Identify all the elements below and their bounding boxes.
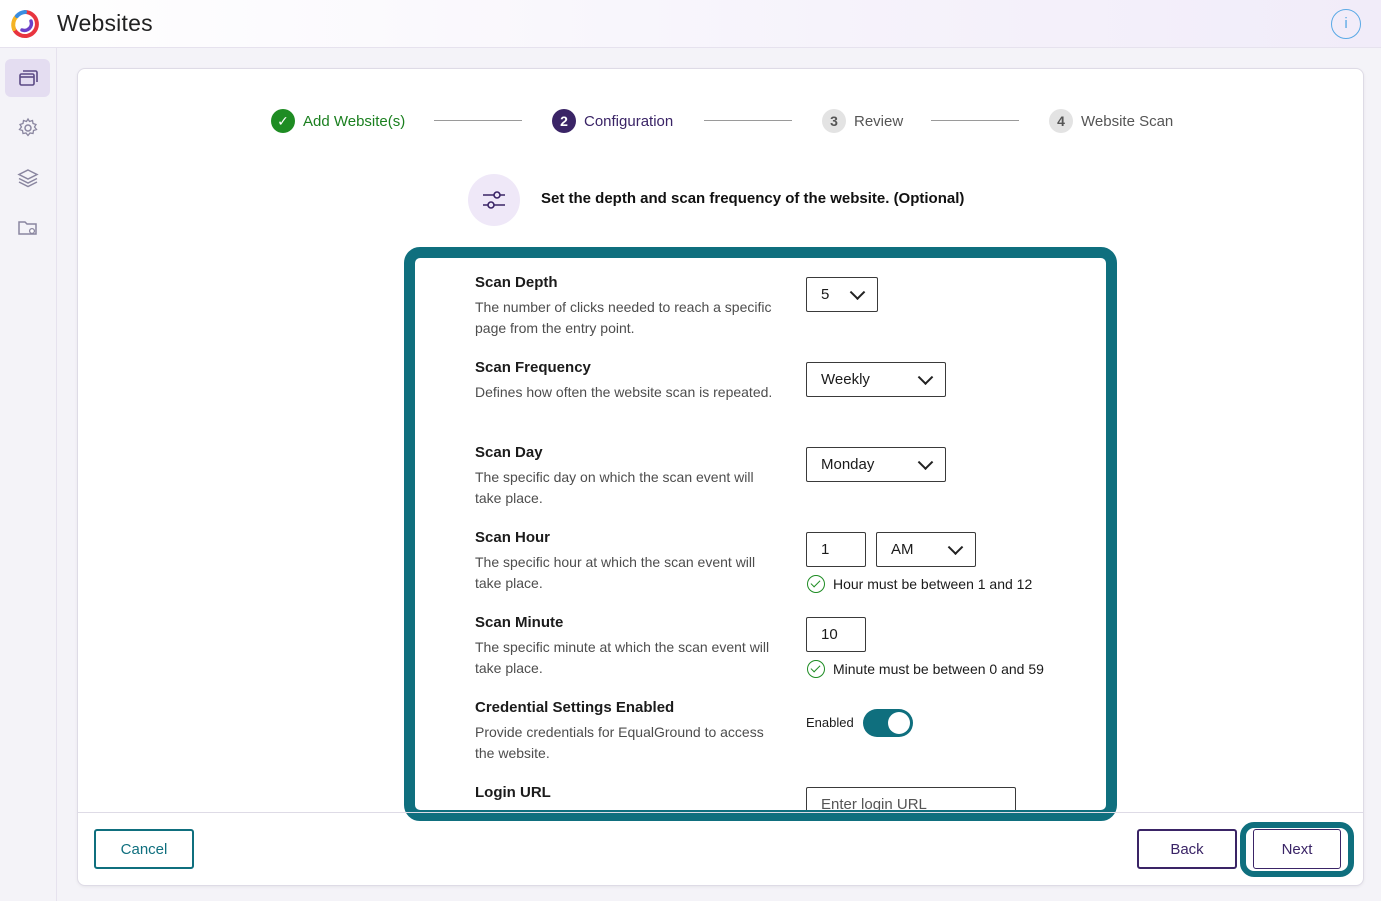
configuration-form: Scan Depth The number of clicks needed t… [404, 247, 1117, 821]
scan-minute-hint: Minute must be between 0 and 59 [807, 660, 1044, 678]
step-number: 4 [1049, 109, 1073, 133]
next-button[interactable]: Next [1253, 829, 1341, 869]
intro-badge [468, 174, 520, 226]
check-circle-icon [807, 575, 825, 593]
cancel-button[interactable]: Cancel [94, 829, 194, 869]
step-review[interactable]: 3 Review [822, 108, 903, 134]
scan-day-title: Scan Day [475, 444, 543, 461]
scan-frequency-title: Scan Frequency [475, 359, 591, 376]
back-button[interactable]: Back [1137, 829, 1237, 869]
scan-frequency-select[interactable]: Weekly [806, 362, 946, 397]
credentials-toggle[interactable] [863, 709, 913, 737]
credentials-title: Credential Settings Enabled [475, 699, 675, 716]
chevron-down-icon [917, 368, 934, 385]
step-website-scan[interactable]: 4 Website Scan [1049, 108, 1173, 134]
step-connector [931, 120, 1019, 121]
step-configuration[interactable]: 2 Configuration [552, 108, 673, 134]
scan-hour-desc: The specific hour at which the scan even… [475, 554, 756, 591]
layers-icon [16, 169, 39, 188]
sidebar-item-websites[interactable] [5, 59, 50, 97]
top-bar: Websites i [0, 0, 1381, 48]
login-url-placeholder: Enter login URL [821, 796, 927, 813]
step-add-websites[interactable]: ✓ Add Website(s) [271, 108, 405, 134]
info-icon[interactable]: i [1331, 9, 1361, 39]
sliders-icon [483, 191, 505, 209]
credentials-row: Credential Settings Enabled Provide cred… [475, 699, 1075, 764]
page-title: Websites [57, 10, 153, 36]
scan-depth-desc: The number of clicks needed to reach a s… [475, 299, 772, 336]
sidebar [0, 48, 57, 901]
chevron-down-icon [917, 453, 934, 470]
scan-depth-row: Scan Depth The number of clicks needed t… [475, 274, 1075, 339]
sidebar-item-folder-settings[interactable] [5, 209, 50, 247]
app-logo [11, 10, 39, 38]
check-circle-icon [807, 660, 825, 678]
scan-day-desc: The specific day on which the scan event… [475, 469, 754, 506]
footer-divider [78, 812, 1363, 813]
windows-icon [18, 70, 38, 86]
step-label: Review [854, 112, 904, 130]
step-label: Add Website(s) [303, 112, 406, 130]
ampm-value: AM [891, 541, 914, 558]
check-icon: ✓ [271, 109, 295, 133]
scan-frequency-row: Scan Frequency Defines how often the web… [475, 359, 1075, 403]
scan-hour-title: Scan Hour [475, 529, 551, 546]
scan-minute-desc: The specific minute at which the scan ev… [475, 639, 770, 676]
scan-day-row: Scan Day The specific day on which the s… [475, 444, 1075, 509]
intro-text: Set the depth and scan frequency of the … [541, 190, 965, 207]
credentials-toggle-label: Enabled [806, 715, 854, 730]
scan-day-select[interactable]: Monday [806, 447, 946, 482]
scan-minute-title: Scan Minute [475, 614, 564, 631]
folder-settings-icon [17, 221, 37, 235]
step-number: 2 [552, 109, 576, 133]
step-label: Configuration [584, 112, 674, 130]
sidebar-item-layers[interactable] [5, 159, 50, 197]
scan-frequency-desc: Defines how often the website scan is re… [475, 384, 773, 400]
scan-hour-value: 1 [821, 541, 830, 558]
scan-depth-value: 5 [821, 286, 830, 303]
scan-minute-value: 10 [821, 626, 838, 643]
step-connector [434, 120, 522, 121]
credentials-desc: Provide credentials for EqualGround to a… [475, 724, 764, 761]
toggle-knob [888, 712, 910, 734]
scan-hour-hint-text: Hour must be between 1 and 12 [833, 576, 1033, 592]
login-url-input[interactable]: Enter login URL [806, 787, 1016, 813]
scan-frequency-value: Weekly [821, 371, 870, 388]
step-number: 3 [822, 109, 846, 133]
wizard-stepper: ✓ Add Website(s) 2 Configuration 3 Revie… [0, 108, 1381, 134]
scan-depth-title: Scan Depth [475, 274, 558, 291]
chevron-down-icon [947, 538, 964, 555]
scan-depth-select[interactable]: 5 [806, 277, 878, 312]
scan-minute-hint-text: Minute must be between 0 and 59 [833, 661, 1044, 677]
scan-minute-input[interactable]: 10 [806, 617, 866, 652]
chevron-down-icon [849, 283, 866, 300]
scan-day-value: Monday [821, 456, 875, 473]
step-label: Website Scan [1081, 112, 1174, 130]
scan-hour-hint: Hour must be between 1 and 12 [807, 575, 1032, 593]
scan-hour-input[interactable]: 1 [806, 532, 866, 567]
scan-hour-ampm-select[interactable]: AM [876, 532, 976, 567]
step-connector [704, 120, 792, 121]
